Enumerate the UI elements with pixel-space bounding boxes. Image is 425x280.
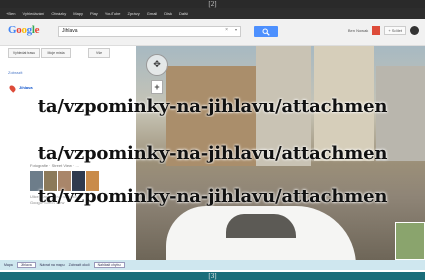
- panel-toolbar: Vyhledat trasu Moje místa Vše: [0, 46, 136, 60]
- search-input[interactable]: Jihlava × ▾: [58, 26, 241, 37]
- gbar-item[interactable]: YouTube: [105, 11, 121, 16]
- gbar-item[interactable]: Disk: [164, 11, 172, 16]
- mini-map[interactable]: [395, 222, 425, 260]
- url-overlay-line-1: ta/vzpominky-na-jihlavu/attachmen: [37, 96, 388, 117]
- share-button[interactable]: + Sdílet: [384, 26, 406, 35]
- place-pin-icon: [8, 84, 17, 93]
- avatar[interactable]: [410, 26, 419, 35]
- gbar-item[interactable]: Zprávy: [128, 11, 140, 16]
- url-overlay-line-2: ta/vzpominky-na-jihlavu/attachmen: [37, 143, 388, 164]
- directions-button[interactable]: Vyhledat trasu: [8, 48, 40, 58]
- url-overlay-line-3: ta/vzpominky-na-jihlavu/attachmen: [37, 186, 388, 207]
- status-label-report[interactable]: Nahlásit chybu: [93, 262, 125, 268]
- gbar-item[interactable]: Vyhledávání: [22, 11, 44, 16]
- gbar-item[interactable]: +Ben: [6, 11, 15, 16]
- google-logo[interactable]: Google: [8, 24, 40, 36]
- my-places-button[interactable]: Moje místa: [41, 48, 71, 58]
- notification-icon[interactable]: [372, 26, 381, 35]
- search-value: Jihlava: [62, 28, 78, 34]
- search-button[interactable]: [254, 26, 278, 37]
- maps-header: Google Jihlava × ▾ Ben Nowak + Sdílet: [0, 19, 425, 46]
- car-window: [226, 214, 296, 238]
- google-bar: +Ben Vyhledávání Obrázky Mapy Play YouTube Zpr…: [0, 8, 425, 19]
- panel-link[interactable]: Zobrazit: [8, 70, 22, 75]
- status-search-box[interactable]: Jihlava: [16, 262, 36, 268]
- user-name[interactable]: Ben Nowak: [348, 28, 368, 33]
- gbar-item[interactable]: Play: [90, 11, 98, 16]
- gbar-item[interactable]: Mapy: [73, 11, 83, 16]
- layers-button[interactable]: Vše: [88, 48, 110, 58]
- page-label-bottom: [3]: [0, 272, 425, 280]
- search-icon: [262, 28, 270, 36]
- search-dropdown-icon[interactable]: ▾: [235, 27, 237, 32]
- status-label-nearby[interactable]: Zobrazit okolí: [69, 263, 90, 267]
- status-bar: Mapa Jihlava Návrat na mapu Zobrazit oko…: [0, 260, 425, 270]
- gbar-item[interactable]: Obrázky: [51, 11, 66, 16]
- zoom-in-icon[interactable]: +: [151, 80, 163, 94]
- status-label-map[interactable]: Mapa: [4, 263, 13, 267]
- status-label-return[interactable]: Návrat na mapu: [40, 263, 65, 267]
- gbar-item[interactable]: Další: [179, 11, 188, 16]
- place-title[interactable]: Jihlava: [19, 85, 33, 90]
- page-label-top: [2]: [0, 0, 425, 8]
- gbar-item[interactable]: Gmail: [147, 11, 157, 16]
- compass-icon[interactable]: ✥: [146, 54, 168, 76]
- clear-search-icon[interactable]: ×: [225, 27, 228, 33]
